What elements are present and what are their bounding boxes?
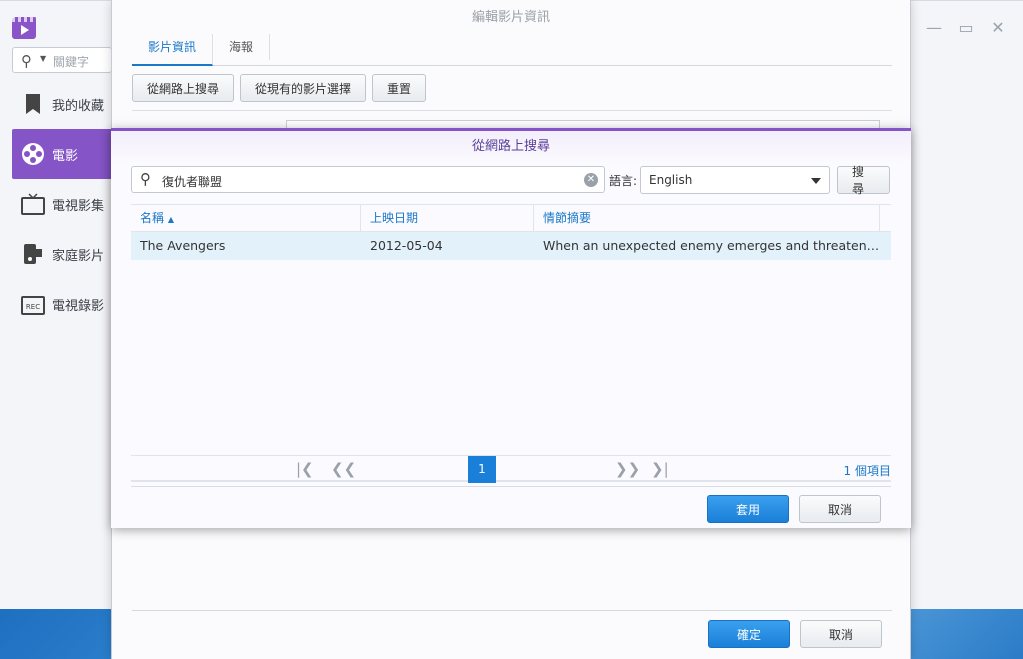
sidebar-item-tv-shows[interactable]: 電視影集 bbox=[12, 179, 112, 229]
search-button[interactable]: 搜尋 bbox=[837, 165, 890, 196]
column-header-summary[interactable]: 情節摘要 bbox=[534, 205, 880, 231]
tv-rec-icon: REC bbox=[20, 291, 46, 317]
sidebar: 我的收藏 電影 電視影集 家庭影片 REC 電視錄影 bbox=[12, 79, 112, 329]
film-reel-icon bbox=[20, 141, 46, 167]
table-row[interactable]: The Avengers 2012-05-04 When an unexpect… bbox=[131, 232, 891, 260]
chevron-down-icon bbox=[811, 178, 821, 184]
select-existing-button[interactable]: 從現有的影片選擇 bbox=[240, 74, 367, 102]
close-icon[interactable]: ✕ bbox=[989, 19, 1007, 37]
video-station-logo-icon bbox=[12, 17, 36, 39]
sort-asc-icon: ▲ bbox=[167, 215, 174, 224]
sidebar-item-label: 家庭影片 bbox=[52, 248, 105, 264]
current-page[interactable]: 1 bbox=[468, 456, 496, 483]
tab-bar: 影片資訊 海報 bbox=[132, 34, 892, 66]
column-header-date[interactable]: 上映日期 bbox=[361, 205, 534, 231]
sidebar-item-favorites[interactable]: 我的收藏 bbox=[12, 79, 112, 129]
table-header: 名稱 ▲ 上映日期 情節摘要 bbox=[131, 205, 891, 232]
results-table: 名稱 ▲ 上映日期 情節摘要 The Avengers 2012-05-04 W… bbox=[131, 204, 891, 452]
search-online-dialog: 從網路上搜尋 ⚲ 復仇者聯盟 ✕ 語言: English 搜尋 名稱 ▲ 上映日… bbox=[111, 128, 911, 528]
divider bbox=[131, 486, 891, 487]
minimize-icon[interactable]: — bbox=[925, 19, 943, 37]
app-search-input[interactable]: ⚲ ▼ 關鍵字 bbox=[12, 47, 112, 73]
camcorder-icon bbox=[20, 241, 46, 267]
ok-button[interactable]: 確定 bbox=[708, 620, 790, 648]
divider bbox=[132, 610, 892, 611]
keyword-search-input[interactable]: ⚲ 復仇者聯盟 ✕ bbox=[131, 166, 605, 193]
language-value: English bbox=[649, 173, 693, 187]
cell-date: 2012-05-04 bbox=[370, 238, 443, 253]
cancel-button[interactable]: 取消 bbox=[799, 495, 881, 523]
sidebar-item-home-videos[interactable]: 家庭影片 bbox=[12, 229, 112, 279]
first-page-icon[interactable]: |❮ bbox=[296, 460, 314, 478]
language-select[interactable]: English bbox=[640, 166, 830, 194]
tab-video-info[interactable]: 影片資訊 bbox=[132, 34, 214, 66]
dialog-title: 編輯影片資訊 bbox=[471, 10, 550, 25]
tab-poster[interactable]: 海報 bbox=[213, 34, 271, 60]
item-count: 1 個項目 bbox=[843, 464, 891, 478]
maximize-icon[interactable]: ▭ bbox=[957, 19, 975, 37]
edit-toolbar: 從網路上搜尋 從現有的影片選擇 重置 bbox=[132, 74, 427, 102]
search-icon: ⚲ bbox=[21, 52, 32, 70]
cancel-button[interactable]: 取消 bbox=[800, 620, 882, 648]
dialog-title: 從網路上搜尋 bbox=[111, 131, 911, 163]
search-placeholder: 關鍵字 bbox=[53, 55, 90, 69]
cell-name: The Avengers bbox=[140, 238, 226, 253]
search-online-button[interactable]: 從網路上搜尋 bbox=[132, 74, 235, 102]
apply-button[interactable]: 套用 bbox=[707, 495, 789, 523]
last-page-icon[interactable]: ❯| bbox=[651, 460, 669, 478]
keyword-value: 復仇者聯盟 bbox=[162, 175, 223, 189]
pagination: |❮ ❮❮ 1 ❯❯ ❯| 1 個項目 bbox=[131, 455, 891, 483]
window-controls: — ▭ ✕ bbox=[925, 19, 1007, 37]
reset-button[interactable]: 重置 bbox=[372, 74, 427, 102]
column-label: 名稱 bbox=[140, 211, 165, 225]
next-page-icon[interactable]: ❯❯ bbox=[615, 460, 640, 478]
chevron-down-icon[interactable]: ▼ bbox=[40, 54, 46, 63]
svg-text:REC: REC bbox=[26, 303, 40, 311]
sidebar-item-label: 我的收藏 bbox=[52, 98, 105, 114]
cell-summary: When an unexpected enemy emerges and thr… bbox=[543, 238, 880, 253]
sidebar-item-label: 電影 bbox=[52, 148, 79, 164]
sidebar-item-tv-recording[interactable]: REC 電視錄影 bbox=[12, 279, 112, 329]
tv-icon bbox=[20, 191, 46, 217]
column-header-name[interactable]: 名稱 ▲ bbox=[131, 205, 361, 231]
prev-page-icon[interactable]: ❮❮ bbox=[331, 460, 356, 478]
divider bbox=[132, 110, 892, 111]
search-icon: ⚲ bbox=[140, 170, 151, 188]
sidebar-item-label: 電視錄影 bbox=[52, 298, 105, 314]
sidebar-item-movies[interactable]: 電影 bbox=[12, 129, 112, 179]
language-label: 語言: bbox=[609, 174, 638, 188]
bookmark-icon bbox=[20, 91, 46, 117]
clear-icon[interactable]: ✕ bbox=[584, 173, 598, 187]
sidebar-item-label: 電視影集 bbox=[52, 198, 105, 214]
